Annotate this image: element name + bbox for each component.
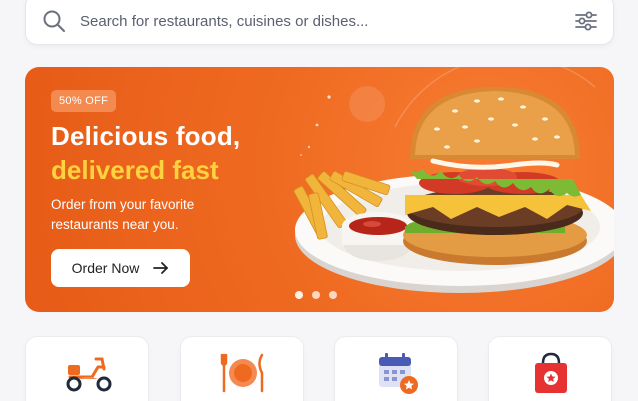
carousel-dot[interactable] [329,291,337,299]
order-now-label: Order Now [71,260,140,276]
search-input[interactable] [80,7,550,35]
banner-title-line1: Delicious food, [51,121,241,151]
carousel-dot[interactable] [312,291,320,299]
category-card-grocery[interactable] [488,336,612,401]
carousel-dot[interactable] [295,291,303,299]
promo-banner[interactable]: 50% OFF Delicious food, delivered fast O… [25,67,614,312]
discount-badge: 50% OFF [51,90,117,112]
category-row [25,336,614,401]
banner-title-line2: delivered fast [51,155,219,185]
banner-subtitle: Order from your favorite restaurants nea… [51,197,195,232]
category-card-reservation[interactable] [334,336,458,401]
search-icon [43,10,65,32]
category-card-dine-in[interactable] [180,336,304,401]
burger-fries-image [293,67,614,293]
scooter-delivery-icon [66,357,112,392]
calendar-star-icon [379,353,418,394]
filter-sliders-icon[interactable] [574,9,598,33]
search-bar[interactable] [25,0,614,45]
shopping-bag-icon [535,352,567,393]
order-now-button[interactable]: Order Now [51,249,190,287]
plate-cutlery-icon [220,353,264,393]
carousel-indicator [295,291,337,299]
category-card-delivery[interactable] [25,336,149,401]
arrow-right-icon [153,262,169,274]
